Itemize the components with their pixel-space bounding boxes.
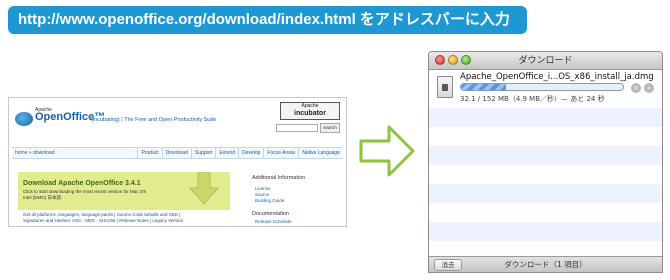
site-header: Apache OpenOffice™ (incubating) | The Fr… (9, 98, 346, 142)
nav-link-focus-areas[interactable]: Focus Areas (263, 148, 295, 158)
nav-link-develop[interactable]: Develop (238, 148, 260, 158)
list-stripe (429, 203, 662, 222)
download-description: Click to start downloading the most rece… (23, 189, 147, 200)
downloads-window: ダウンロード Apache_OpenOffice_i...OS_x86_inst… (428, 51, 663, 273)
download-arrow-icon (188, 172, 220, 205)
dmg-file-icon (437, 76, 453, 98)
breadcrumb[interactable]: home » download (15, 148, 54, 158)
list-stripe (429, 184, 662, 203)
incubator-top: Apache (301, 103, 319, 109)
clear-button[interactable]: 消去 (434, 259, 462, 271)
stop-icon[interactable]: × (631, 83, 641, 93)
openoffice-logo-icon (15, 112, 33, 126)
download-status: 32.1 / 152 MB（4.9 MB／秒）— あと 24 秒 (460, 95, 605, 103)
instruction-banner: http://www.openoffice.org/download/index… (8, 6, 527, 34)
nav-link-native-language[interactable]: Native Language (298, 148, 340, 158)
download-progress-bar (460, 83, 624, 91)
link-source[interactable]: Source (255, 192, 269, 197)
nav-link-extend[interactable]: Extend (215, 148, 235, 158)
download-title: Download Apache OpenOffice 3.4.1 (23, 180, 141, 187)
incubator-main: incubator (294, 110, 326, 117)
site-tagline: (incubating) | The Free and Open Product… (91, 117, 217, 123)
list-stripe (429, 146, 662, 165)
title-bar[interactable]: ダウンロード (429, 52, 662, 70)
right-arrow-icon (359, 125, 415, 177)
magnifier-icon[interactable]: ⌕ (644, 83, 654, 93)
nav-link-product[interactable]: Product (137, 148, 159, 158)
download-count: ダウンロード（1 項目） (504, 260, 587, 269)
window-title: ダウンロード (518, 56, 573, 66)
list-stripe (429, 108, 662, 127)
download-progress-fill (461, 84, 507, 90)
download-item[interactable]: Apache_OpenOffice_i...OS_x86_install_ja.… (429, 70, 662, 108)
link-license[interactable]: License (255, 186, 271, 191)
list-stripe (429, 127, 662, 146)
openoffice-site-screenshot: Apache OpenOffice™ (incubating) | The Fr… (8, 97, 347, 227)
site-search-button[interactable]: search (320, 123, 340, 133)
nav-links: Product Download Support Extend Develop … (137, 148, 340, 158)
link-release-schedule[interactable]: Release Schedule (255, 219, 292, 224)
download-filename: Apache_OpenOffice_i...OS_x86_install_ja.… (460, 72, 654, 82)
download-links[interactable]: Get all platforms, languages, language p… (23, 212, 183, 224)
nav-link-support[interactable]: Support (190, 148, 212, 158)
additional-info-title: Additional Information (252, 175, 306, 181)
nav-link-download[interactable]: Download (161, 148, 188, 158)
list-stripe (429, 222, 662, 241)
site-search-input[interactable] (276, 124, 318, 132)
download-box[interactable]: Download Apache OpenOffice 3.4.1 Click t… (18, 172, 230, 210)
list-stripe (429, 165, 662, 184)
link-building-guide[interactable]: Building Guide (255, 198, 284, 203)
documentation-title: Documentation (252, 211, 289, 217)
incubator-badge[interactable]: Apache incubator (280, 102, 340, 120)
bottom-bar: ダウンロード（1 項目） 消去 (429, 256, 662, 272)
site-navbar: home » download Product Download Support… (12, 147, 343, 159)
download-links-line2[interactable]: Signatures and Hashes: ASC - MD5 - SHA25… (23, 218, 183, 224)
